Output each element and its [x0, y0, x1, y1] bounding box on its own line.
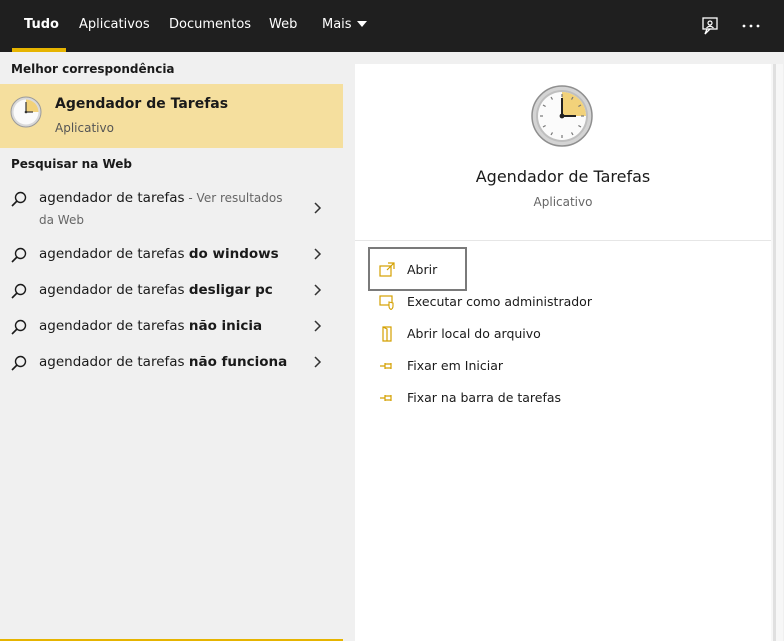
- divider: [355, 240, 771, 241]
- pin-icon: [380, 395, 392, 401]
- app-title: Agendador de Tarefas: [475, 167, 651, 186]
- best-match-subtitle: Aplicativo: [55, 121, 114, 135]
- web-suggestion-text: agendador de tarefas não funciona: [39, 354, 287, 370]
- tab-mais[interactable]: Mais: [322, 0, 367, 52]
- best-match-title: Agendador de Tarefas: [55, 96, 229, 112]
- web-suggestion-text: agendador de tarefas do windows: [39, 246, 279, 262]
- search-icon: [11, 247, 27, 263]
- tab-aplicativos[interactable]: Aplicativos: [79, 0, 150, 52]
- suggestion-suffix: - Ver resultados: [184, 191, 283, 205]
- suggestion-bold-part: não funciona: [188, 354, 288, 370]
- open-icon: [379, 262, 395, 277]
- chevron-right-icon: [314, 284, 322, 296]
- search-icon: [11, 319, 27, 335]
- suggestion-bold-part: não inicia: [188, 318, 263, 334]
- web-suggestion-text: agendador de tarefas - Ver resultados: [39, 190, 282, 206]
- suggestion-query: agendador de tarefas: [39, 282, 189, 298]
- web-suggestion-item[interactable]: agendador de tarefas não inicia: [0, 314, 343, 344]
- suggestion-bold-part: do windows: [188, 246, 279, 262]
- chevron-right-icon: [314, 320, 322, 332]
- action-label: Executar como administrador: [407, 294, 592, 309]
- tab-documentos-label: Documentos: [169, 17, 252, 32]
- suggestion-bold-part: desligar pc: [188, 282, 273, 298]
- action-abrir[interactable]: Abrir: [355, 255, 771, 285]
- suggestion-query: agendador de tarefas: [39, 318, 189, 334]
- best-match-heading: Melhor correspondência: [11, 62, 175, 76]
- best-match-item[interactable]: Agendador de Tarefas Aplicativo: [0, 84, 343, 148]
- tab-tudo-label: Tudo: [24, 17, 59, 32]
- tab-documentos[interactable]: Documentos: [169, 0, 251, 52]
- web-suggestion-item[interactable]: agendador de tarefas - Ver resultados da…: [0, 186, 343, 236]
- action-label: Abrir local do arquivo: [407, 326, 541, 341]
- tab-web-label: Web: [269, 17, 298, 32]
- action-label: Abrir: [407, 262, 438, 277]
- web-search-heading: Pesquisar na Web: [11, 157, 133, 171]
- action-fixar-iniciar[interactable]: Fixar em Iniciar: [355, 351, 771, 381]
- preview-panel: Agendador de Tarefas Aplicativo Abrir Ex…: [355, 64, 783, 641]
- suggestion-query: agendador de tarefas: [39, 354, 189, 370]
- search-tabs-bar: Tudo Aplicativos Documentos Web Mais: [0, 0, 784, 52]
- caret-down-icon: [356, 20, 367, 27]
- tab-tudo[interactable]: Tudo: [24, 0, 59, 52]
- suggestion-suffix-line2: da Web: [39, 213, 84, 227]
- results-panel: Melhor correspondência Agendador de Tare…: [0, 52, 343, 641]
- chevron-right-icon: [314, 202, 322, 214]
- action-label: Fixar em Iniciar: [407, 358, 503, 373]
- task-scheduler-clock-icon: [531, 85, 593, 147]
- action-abrir-local[interactable]: Abrir local do arquivo: [355, 319, 771, 349]
- task-scheduler-clock-icon: [10, 96, 42, 128]
- search-icon: [11, 355, 27, 371]
- search-icon: [11, 283, 27, 299]
- web-suggestion-item[interactable]: agendador de tarefas não funciona: [0, 350, 343, 380]
- more-options-icon[interactable]: [739, 14, 763, 38]
- feedback-icon[interactable]: [698, 14, 722, 38]
- action-executar-admin[interactable]: Executar como administrador: [355, 287, 771, 317]
- suggestion-query: agendador de tarefas: [39, 246, 189, 262]
- file-location-icon: [382, 326, 392, 342]
- pin-icon: [380, 363, 392, 369]
- web-suggestion-text: agendador de tarefas desligar pc: [39, 282, 273, 298]
- web-suggestion-text: agendador de tarefas não inicia: [39, 318, 262, 334]
- web-suggestion-item[interactable]: agendador de tarefas do windows: [0, 242, 343, 272]
- chevron-right-icon: [314, 248, 322, 260]
- tab-mais-label: Mais: [322, 17, 352, 32]
- tab-aplicativos-label: Aplicativos: [79, 17, 150, 32]
- action-fixar-barra[interactable]: Fixar na barra de tarefas: [355, 383, 771, 413]
- chevron-right-icon: [314, 356, 322, 368]
- web-suggestion-item[interactable]: agendador de tarefas desligar pc: [0, 278, 343, 308]
- search-icon: [11, 191, 27, 207]
- tab-web[interactable]: Web: [269, 0, 297, 52]
- run-as-admin-icon: [379, 295, 394, 310]
- suggestion-query: agendador de tarefas: [39, 190, 185, 206]
- action-label: Fixar na barra de tarefas: [407, 390, 562, 405]
- app-subtitle: Aplicativo: [533, 195, 593, 209]
- scrollbar-thumb[interactable]: [773, 64, 776, 641]
